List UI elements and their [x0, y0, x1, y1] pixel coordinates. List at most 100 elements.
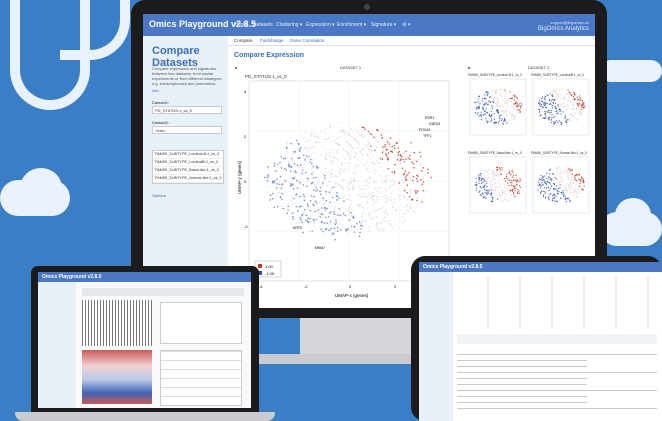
small-umap-plot[interactable]: PAM50_SUBTYPE_Normal-like:1_vs_0	[531, 151, 591, 225]
scatter-point	[518, 109, 520, 111]
scatter-point	[363, 195, 365, 198]
scatter-point	[507, 188, 509, 190]
scatter-point	[498, 186, 500, 188]
scatter-point	[571, 169, 573, 171]
dataset2-option[interactable]: PAM50_SUBTYPE_LuminalB:1_vs_0	[153, 159, 223, 167]
scatter-point	[496, 104, 498, 106]
scatter-point	[373, 136, 375, 139]
nav-clustering[interactable]: Clustering ▾	[276, 22, 302, 28]
scatter-point	[484, 104, 486, 106]
scatter-point	[396, 142, 399, 145]
scatter-point	[390, 192, 393, 195]
scatter-point	[561, 179, 563, 182]
scatter-point	[558, 109, 560, 111]
scatter-point	[331, 162, 333, 164]
user-info[interactable]: support@bigomics.ch BigOmics Analytics	[538, 19, 589, 33]
scatter-point	[539, 108, 541, 110]
dataset2-option[interactable]: PAM50_SUBTYPE_Normal-like:1_vs_0	[153, 175, 223, 183]
scatter-point	[280, 155, 283, 158]
scatter-point	[370, 145, 373, 147]
scatter-point	[493, 90, 495, 92]
scatter-point	[357, 203, 360, 206]
scatter-point	[335, 221, 338, 224]
scatter-point	[562, 97, 564, 99]
scatter-point	[548, 199, 550, 201]
scatter-point	[485, 176, 487, 178]
scatter-point	[571, 179, 573, 181]
scatter-point	[376, 225, 378, 227]
tab-gene-correlation[interactable]: Gene Correlation	[290, 38, 324, 43]
scatter-point	[319, 193, 322, 196]
scatter-point	[323, 196, 326, 199]
scatter-point	[386, 174, 388, 177]
nav-expression[interactable]: Expression ▾	[306, 22, 335, 28]
scatter-point	[501, 92, 503, 94]
nav-settings[interactable]: ⚙ ▾	[402, 22, 410, 28]
scatter-point	[388, 187, 391, 189]
scatter-point	[477, 98, 479, 100]
scatter-point	[294, 150, 297, 153]
tab-foldchange[interactable]: Foldchange	[260, 38, 284, 43]
scatter-point	[367, 130, 370, 133]
options-link[interactable]: Options	[152, 193, 166, 198]
nav-home[interactable]: Home	[235, 22, 248, 28]
dataset2-option[interactable]: PAM50_SUBTYPE_Basal-like:1_vs_0	[153, 167, 223, 175]
small-umap-plot[interactable]: PAM50_SUBTYPE_Luminal.B:1_vs_0	[468, 73, 528, 147]
scatter-point	[350, 215, 353, 217]
nav-signature[interactable]: Signature ▾	[371, 22, 396, 28]
nav-datasets[interactable]: Datasets	[253, 22, 273, 28]
scatter-point	[556, 174, 558, 176]
scatter-point	[352, 177, 355, 180]
scatter-point	[544, 104, 547, 106]
scatter-point	[577, 174, 579, 176]
scatter-point	[339, 208, 342, 211]
info-link[interactable]: Info	[152, 88, 159, 93]
scatter-point	[358, 221, 361, 223]
dataset1-select[interactable]: PD_STATUS:1_vs_0	[152, 106, 222, 114]
tab-compare[interactable]: Compare	[234, 38, 253, 43]
scatter-point	[361, 153, 364, 156]
dataset2-option[interactable]: PAM50_SUBTYPE_Luminal.B:1_vs_0	[153, 151, 223, 159]
scatter-point	[476, 187, 478, 189]
scatter-point	[313, 222, 316, 225]
scatter-point	[307, 139, 310, 141]
scatter-point	[339, 184, 341, 186]
dataset2-select[interactable]: <this>	[152, 126, 222, 134]
scatter-point	[379, 157, 382, 160]
nav-enrichment[interactable]: Enrichment ▾	[337, 22, 366, 28]
scatter-point	[358, 143, 361, 145]
scatter-point	[488, 114, 490, 116]
scatter-point	[560, 113, 562, 115]
scatter-point	[542, 194, 545, 196]
scatter-point	[375, 182, 377, 184]
scatter-point	[496, 108, 498, 111]
scatter-point	[486, 104, 488, 106]
scatter-point	[556, 119, 558, 121]
small-umap-plot[interactable]: PAM50_SUBTYPE_LuminalB:1_vs_0	[531, 73, 591, 147]
scatter-point	[512, 176, 514, 178]
scatter-point	[510, 100, 513, 103]
scatter-point	[322, 213, 324, 216]
scatter-point	[478, 191, 480, 193]
scatter-point	[578, 95, 581, 97]
laptop-boxplots	[160, 350, 242, 406]
scatter-point	[496, 192, 499, 194]
scatter-point	[572, 191, 574, 193]
scatter-point	[503, 200, 505, 202]
scatter-point	[556, 169, 559, 171]
scatter-point	[491, 188, 493, 190]
scatter-point	[497, 122, 500, 124]
scatter-point	[315, 186, 317, 189]
scatter-point	[384, 188, 387, 191]
scatter-point	[404, 220, 406, 222]
scatter-point	[515, 181, 518, 183]
scatter-point	[349, 127, 352, 129]
scatter-point	[416, 174, 418, 177]
small-umap-plot[interactable]: PAM50_SUBTYPE_Basal-like:1_vs_0	[468, 151, 528, 225]
scatter-point	[333, 222, 335, 224]
scatter-point	[501, 88, 504, 91]
scatter-point	[500, 103, 502, 105]
scatter-point	[519, 178, 521, 180]
scatter-point	[409, 179, 412, 181]
scatter-point	[366, 195, 368, 198]
